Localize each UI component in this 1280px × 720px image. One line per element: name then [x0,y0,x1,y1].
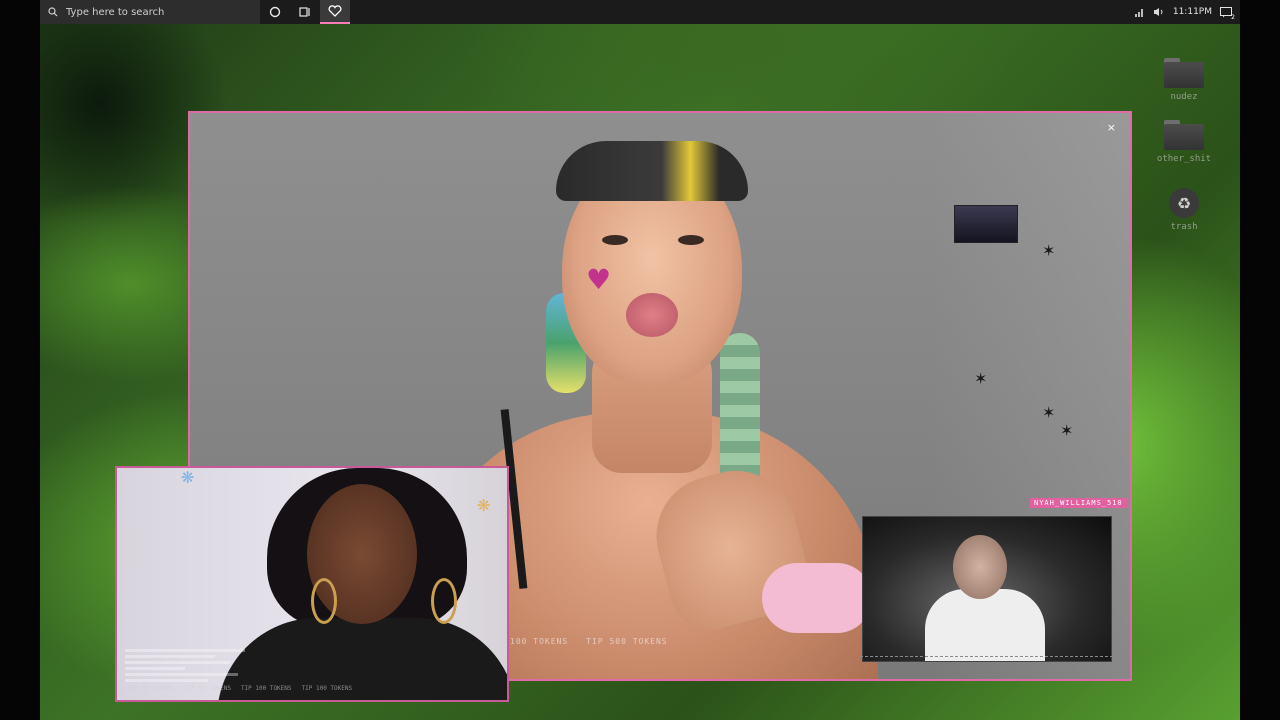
butterfly-icon: ❋ [477,496,491,515]
tip-label: 100 TOKENS [510,637,569,646]
search-placeholder: Type here to search [66,6,165,18]
desktop-folder-other-shit[interactable]: other_shit [1154,120,1214,164]
close-button[interactable]: × [1107,121,1116,134]
right-cam-body [925,589,1045,661]
earring-right [431,578,457,624]
eye-left [602,235,628,245]
butterfly-icon: ❋ [181,468,195,487]
right-webcam-window[interactable] [862,516,1112,662]
hair-band [556,141,748,201]
tip-label: TIP 100 TOKENS [240,685,292,692]
letterbox-right [1240,0,1280,720]
task-view-icon [299,7,310,17]
tip-overlay: 100 TOKENS TIP 500 TOKENS [510,637,668,646]
heart-sticker-icon: ♥ [586,263,612,296]
scorpion-icon: ✶ [1042,403,1056,422]
cortana-button[interactable] [260,0,290,24]
scorpion-icon: ✶ [974,369,988,388]
cortana-icon [269,6,281,18]
system-tray: 11:11PM 2 [1133,6,1240,21]
tip-label: TIP 50 TOKENS [127,685,174,692]
notification-count: 2 [1231,14,1235,21]
earring-left [311,578,337,624]
eye-right [678,235,704,245]
notification-icon[interactable]: 2 [1220,6,1235,21]
network-icon[interactable] [1133,6,1145,18]
scorpion-icon: ✶ [1042,241,1056,260]
small-video-thumbnail[interactable] [954,205,1018,243]
folder-icon [1164,58,1204,88]
heart-app-button[interactable] [320,0,350,24]
desktop-icon-label: other_shit [1156,154,1212,164]
tip-label: TIP 80 TOKENS [183,685,231,692]
folder-icon [1164,120,1204,150]
search-icon [48,7,58,17]
chat-overlay [125,646,275,685]
desktop-icon-label: trash [1170,222,1198,232]
taskbar-search-box[interactable]: Type here to search [40,0,260,24]
letterbox-left [0,0,40,720]
right-cam-progress-bar [860,656,1118,665]
pink-frills [762,563,872,633]
clock[interactable]: 11:11PM [1173,7,1212,17]
tip-label: TIP 100 TOKENS [301,685,353,692]
right-cam-username: NYAH_WILLIAMS_510 [1030,498,1127,508]
task-view-button[interactable] [290,0,320,24]
left-cam-tip-overlay: TIP 50 TOKENS TIP 80 TOKENS TIP 100 TOKE… [127,685,352,692]
desktop-icon-label: nudez [1170,92,1198,102]
left-webcam-window[interactable]: ❋ ❋ TIP 50 TOKENS TIP 80 TOKENS TIP 100 … [115,466,509,702]
taskbar: Type here to search 11:11PM 2 [40,0,1240,24]
recycle-bin-icon: ♻ [1169,188,1199,218]
performer-lips [626,293,678,337]
scorpion-icon: ✶ [1060,421,1074,440]
desktop-folder-nudez[interactable]: nudez [1154,58,1214,102]
desktop-recycle-bin[interactable]: ♻ trash [1154,188,1214,232]
heart-icon [328,5,342,17]
volume-icon[interactable] [1153,6,1165,18]
right-cam-head [953,535,1007,599]
tip-label: TIP 500 TOKENS [586,637,668,646]
